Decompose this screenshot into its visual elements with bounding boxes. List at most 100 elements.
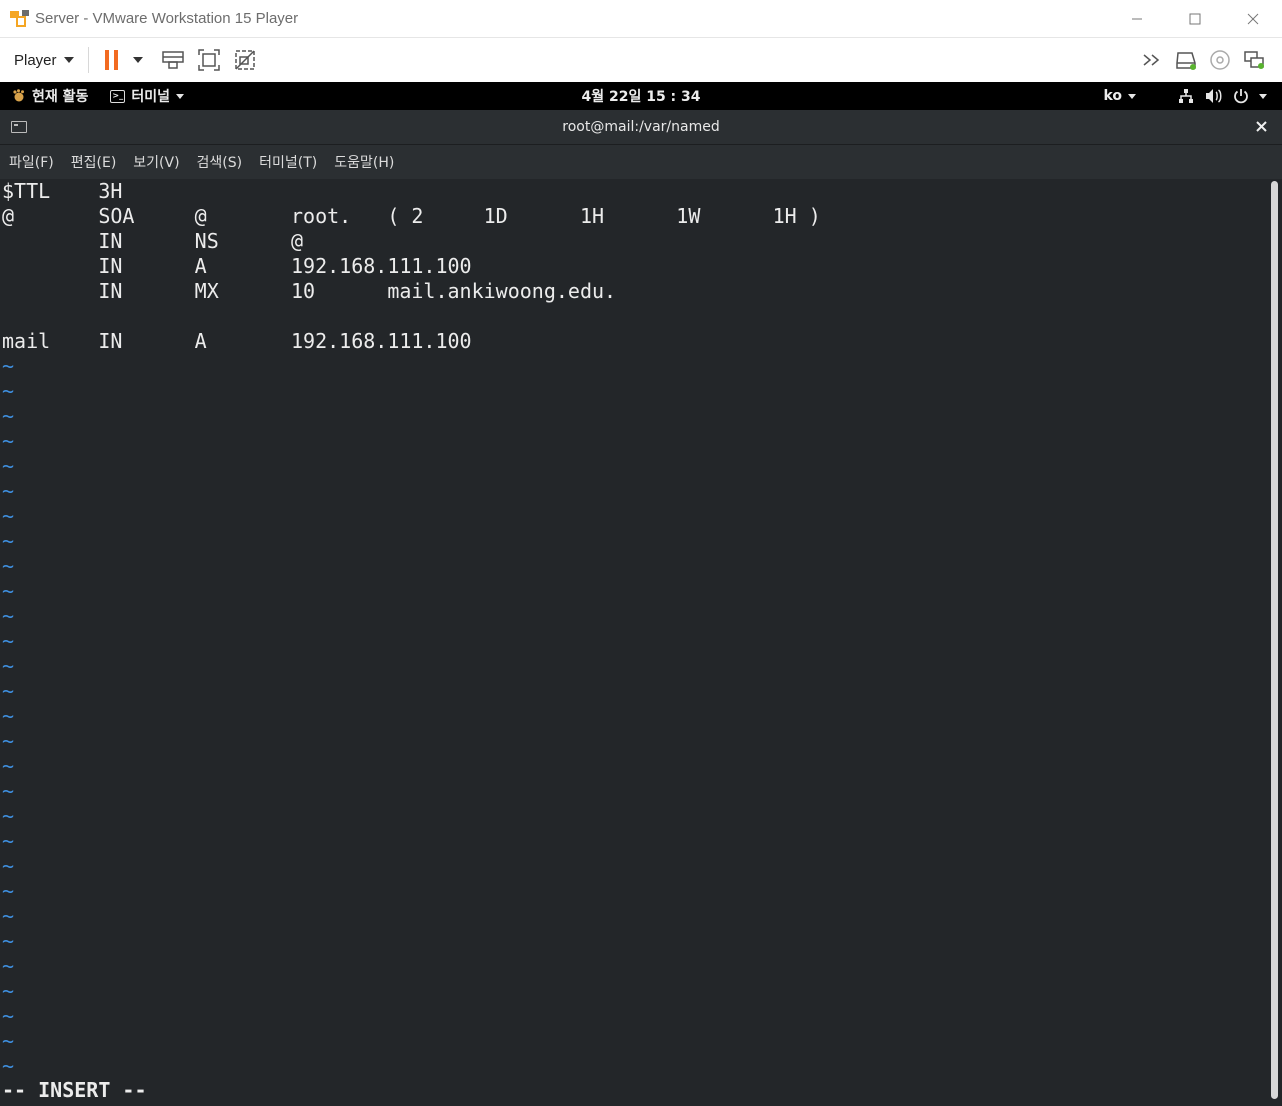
chevron-down-icon xyxy=(132,57,143,63)
input-language-label: ko xyxy=(1103,88,1122,104)
toolbar-divider xyxy=(87,47,89,73)
minimize-icon xyxy=(1132,18,1142,20)
menu-search[interactable]: 검색(S) xyxy=(188,152,251,172)
buffer-line xyxy=(2,304,1262,329)
empty-line-tilde: ~ xyxy=(2,1054,15,1078)
send-ctrl-alt-del-button[interactable] xyxy=(159,46,187,74)
maximize-button[interactable] xyxy=(1166,0,1224,38)
network-adapter-icon xyxy=(1244,51,1264,69)
chevron-down-icon xyxy=(176,93,185,99)
power-menu[interactable] xyxy=(1232,86,1268,106)
buffer-line: IN MX 10 mail.ankiwoong.edu. xyxy=(2,279,617,303)
unity-icon xyxy=(234,50,255,70)
network-adapter-button[interactable] xyxy=(1240,46,1268,74)
vi-buffer[interactable]: $TTL 3H @ SOA @ root. ( 2 1D 1H 1W 1H ) … xyxy=(2,179,1262,1079)
power-icon xyxy=(1234,89,1248,104)
vmware-toolbar: Player xyxy=(0,38,1282,82)
window-title: Server - VMware Workstation 15 Player xyxy=(35,10,299,27)
vmware-logo-icon xyxy=(9,8,31,30)
chevron-down-icon xyxy=(63,57,74,63)
menu-file[interactable]: 파일(F) xyxy=(0,152,62,172)
pause-button[interactable] xyxy=(101,46,123,74)
more-devices-button[interactable] xyxy=(1138,46,1166,74)
fit-guest-button[interactable] xyxy=(195,46,223,74)
chevron-down-icon xyxy=(1128,93,1136,99)
menu-terminal[interactable]: 터미널(T) xyxy=(250,152,325,172)
maximize-icon xyxy=(1189,13,1201,25)
empty-line-tilde: ~ xyxy=(2,729,15,753)
empty-line-tilde: ~ xyxy=(2,979,15,1003)
buffer-line: IN NS @ xyxy=(2,229,304,253)
empty-line-tilde: ~ xyxy=(2,629,15,653)
hdd-icon xyxy=(1176,52,1196,70)
empty-line-tilde: ~ xyxy=(2,804,15,828)
app-menu-label: 터미널 xyxy=(131,89,171,105)
terminal-content[interactable]: $TTL 3H @ SOA @ root. ( 2 1D 1H 1W 1H ) … xyxy=(0,179,1282,1106)
empty-line-tilde: ~ xyxy=(2,679,15,703)
chevron-down-icon xyxy=(1259,93,1267,99)
empty-line-tilde: ~ xyxy=(2,554,15,578)
empty-line-tilde: ~ xyxy=(2,954,15,978)
empty-line-tilde: ~ xyxy=(2,854,15,878)
empty-line-tilde: ~ xyxy=(2,504,15,528)
terminal-menu-bar: 파일(F) 편집(E) 보기(V) 검색(S) 터미널(T) 도움말(H) xyxy=(0,145,1282,179)
close-icon xyxy=(1255,121,1267,132)
cd-device-button[interactable] xyxy=(1206,46,1234,74)
empty-line-tilde: ~ xyxy=(2,1029,15,1053)
empty-line-tilde: ~ xyxy=(2,654,15,678)
empty-line-tilde: ~ xyxy=(2,779,15,803)
empty-line-tilde: ~ xyxy=(2,904,15,928)
terminal-header-bar: root@mail:/var/named xyxy=(0,110,1282,145)
empty-line-tilde: ~ xyxy=(2,454,15,478)
empty-line-tilde: ~ xyxy=(2,829,15,853)
gnome-top-bar: 현재 활동 >_ 터미널 4월 22일 15 : 34 ko xyxy=(0,82,1282,110)
player-menu-label: Player xyxy=(14,51,57,69)
vmware-title-bar: Server - VMware Workstation 15 Player xyxy=(0,0,1282,38)
close-icon xyxy=(1247,13,1259,25)
gnome-foot-icon xyxy=(13,89,24,102)
menu-edit[interactable]: 편집(E) xyxy=(62,152,125,172)
empty-line-tilde: ~ xyxy=(2,529,15,553)
unity-button[interactable] xyxy=(231,46,259,74)
terminal-window-icon[interactable] xyxy=(11,121,27,133)
empty-line-tilde: ~ xyxy=(2,379,15,403)
close-button[interactable] xyxy=(1224,0,1282,38)
app-menu[interactable]: >_ 터미널 xyxy=(110,86,185,106)
hdd-device-button[interactable] xyxy=(1172,46,1200,74)
fit-guest-icon xyxy=(197,49,220,71)
minimize-button[interactable] xyxy=(1108,0,1166,38)
volume-status[interactable] xyxy=(1204,86,1224,106)
buffer-line: @ SOA @ root. ( 2 1D 1H 1W 1H ) xyxy=(2,204,821,228)
cd-icon xyxy=(1210,50,1230,70)
menu-view[interactable]: 보기(V) xyxy=(124,152,187,172)
buffer-line: $TTL 3H xyxy=(2,179,123,203)
empty-line-tilde: ~ xyxy=(2,704,15,728)
buffer-line: mail IN A 192.168.111.100 xyxy=(2,329,472,353)
buffer-line: IN A 192.168.111.100 xyxy=(2,254,472,278)
pause-dropdown-button[interactable] xyxy=(131,46,145,74)
network-icon xyxy=(1179,89,1193,103)
empty-line-tilde: ~ xyxy=(2,404,15,428)
player-menu[interactable]: Player xyxy=(14,52,74,69)
terminal-scrollbar[interactable] xyxy=(1271,181,1278,1099)
activities-button[interactable]: 현재 활동 xyxy=(12,86,88,106)
empty-line-tilde: ~ xyxy=(2,429,15,453)
empty-line-tilde: ~ xyxy=(2,1004,15,1028)
vi-mode-status: -- INSERT -- xyxy=(2,1078,147,1102)
volume-icon xyxy=(1206,89,1222,103)
menu-help[interactable]: 도움말(H) xyxy=(325,152,402,172)
more-icon xyxy=(1143,54,1160,66)
terminal-close-button[interactable] xyxy=(1252,118,1270,136)
clock[interactable]: 4월 22일 15 : 34 xyxy=(581,89,700,105)
input-language-menu[interactable]: ko xyxy=(1103,88,1136,104)
empty-line-tilde: ~ xyxy=(2,604,15,628)
empty-line-tilde: ~ xyxy=(2,879,15,903)
empty-line-tilde: ~ xyxy=(2,579,15,603)
terminal-app-icon: >_ xyxy=(110,89,126,103)
terminal-title: root@mail:/var/named xyxy=(562,119,720,135)
pause-icon xyxy=(104,50,118,70)
empty-line-tilde: ~ xyxy=(2,754,15,778)
network-status[interactable] xyxy=(1176,86,1196,106)
send-ctrl-alt-del-icon xyxy=(161,51,184,69)
empty-line-tilde: ~ xyxy=(2,354,15,378)
